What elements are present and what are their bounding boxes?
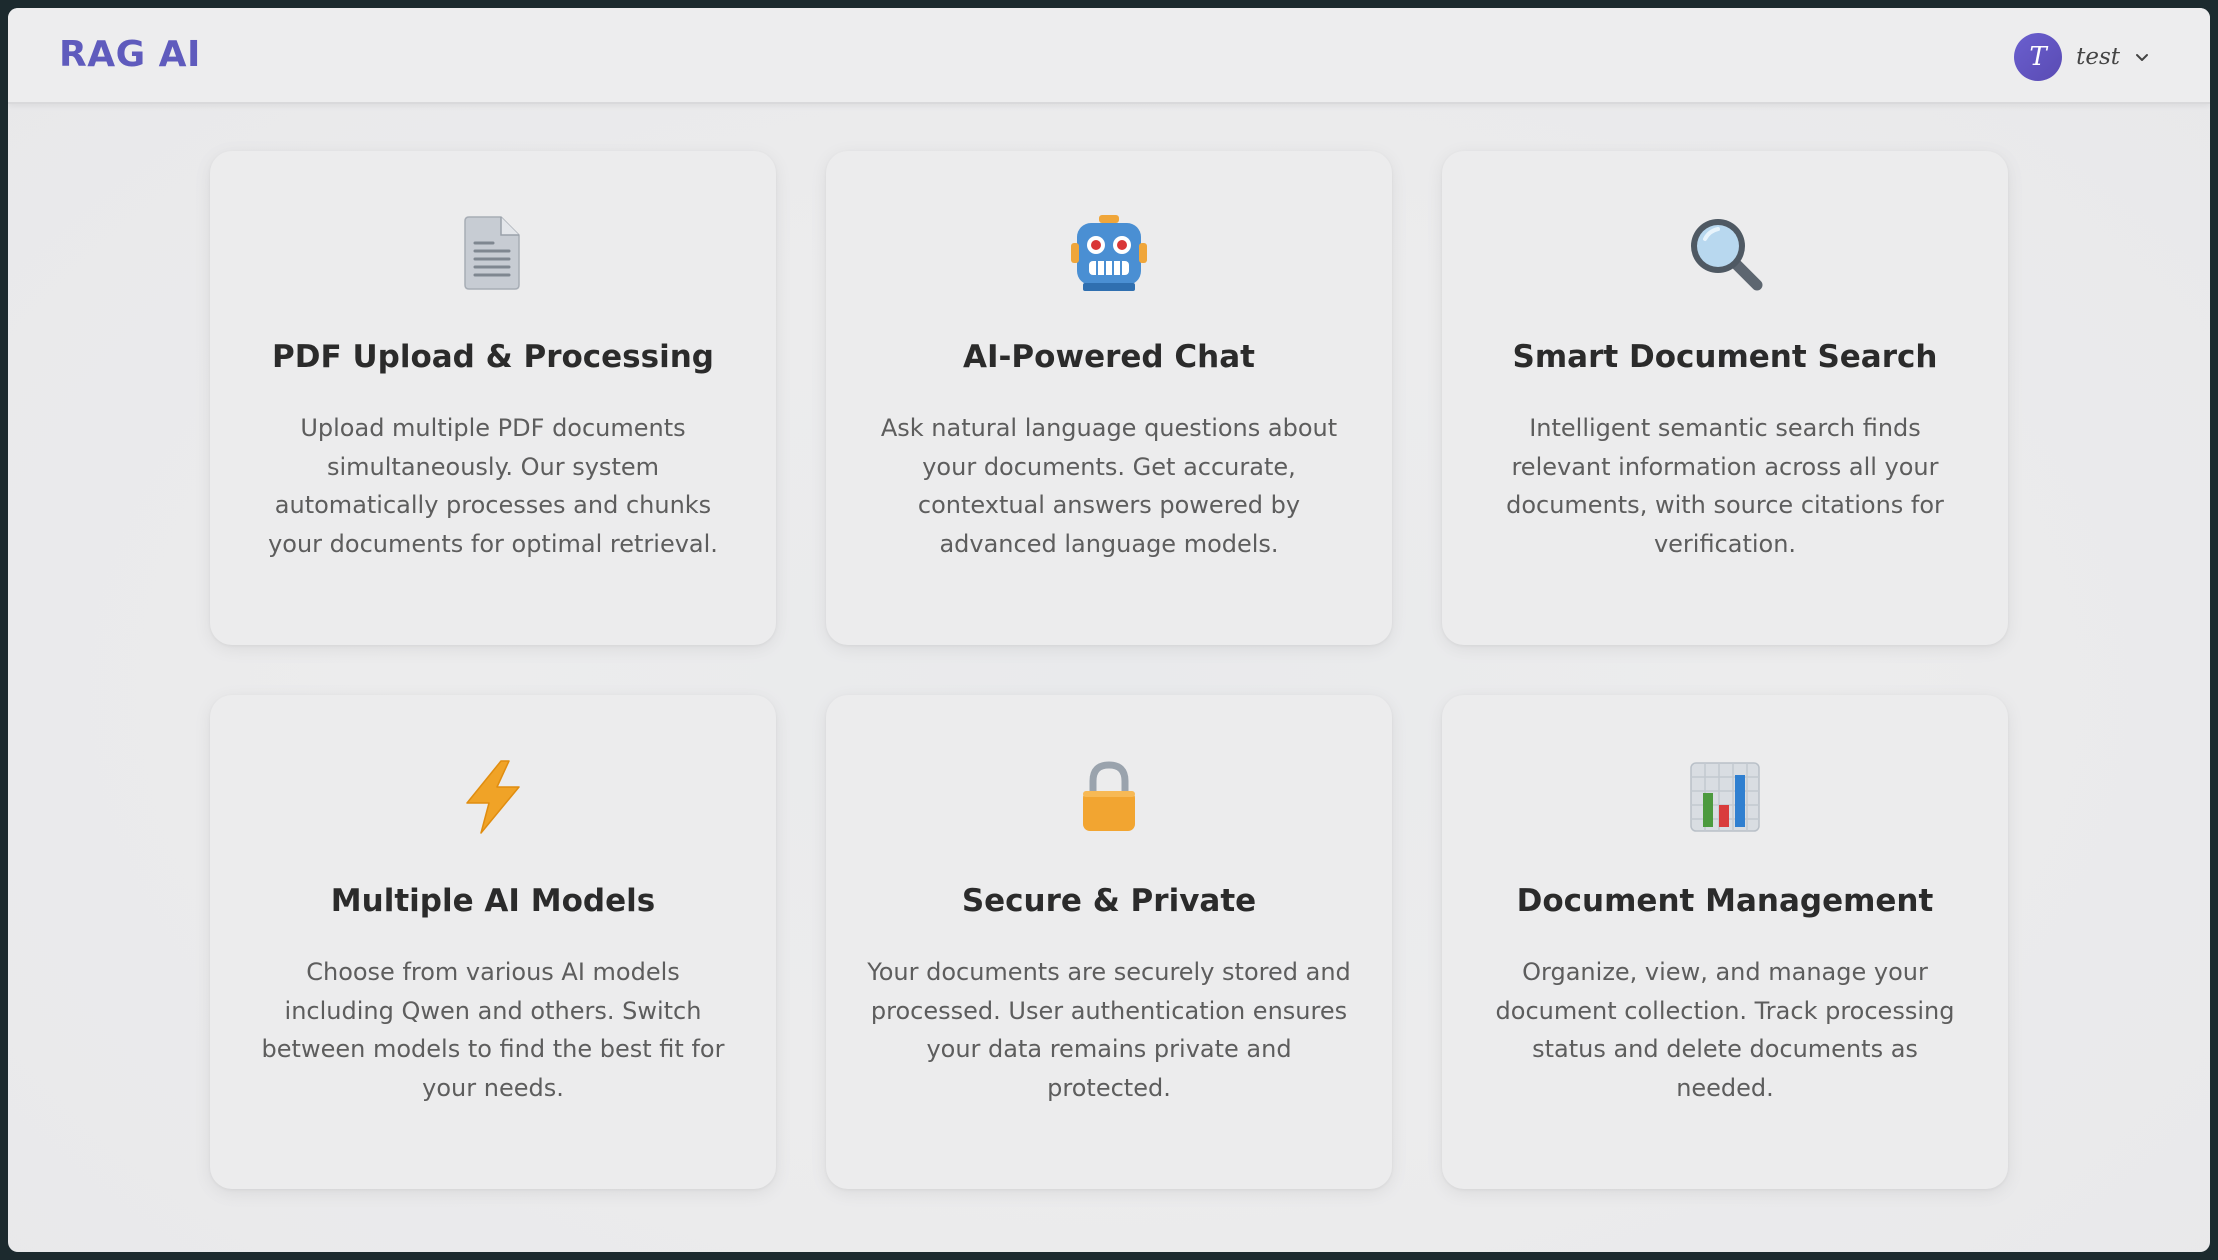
user-avatar: T <box>2014 33 2063 81</box>
feature-title: PDF Upload & Processing <box>272 339 714 375</box>
lock-icon <box>1083 761 1135 831</box>
feature-card-document-management: Document Management Organize, view, and … <box>1442 695 2008 1189</box>
feature-title: Smart Document Search <box>1512 339 1938 375</box>
feature-description: Intelligent semantic search finds releva… <box>1506 414 1944 558</box>
feature-description: Your documents are securely stored and p… <box>867 958 1351 1102</box>
document-icon <box>464 216 520 290</box>
feature-card-multiple-models: Multiple AI Models Choose from various A… <box>210 695 776 1189</box>
feature-title: AI-Powered Chat <box>963 339 1255 375</box>
feature-card-ai-chat: AI-Powered Chat Ask natural language que… <box>826 151 1392 645</box>
feature-description: Ask natural language questions about you… <box>880 414 1338 558</box>
bar-chart-icon <box>1690 762 1760 832</box>
feature-description: Organize, view, and manage your document… <box>1495 958 1955 1102</box>
lightning-icon <box>466 760 520 834</box>
feature-card-smart-search: Smart Document Search Intelligent semant… <box>1442 151 2008 645</box>
feature-card-pdf-upload: PDF Upload & Processing Upload multiple … <box>210 151 776 645</box>
chevron-down-icon <box>2136 54 2148 61</box>
magnifier-icon <box>1691 219 1763 291</box>
username-label: test <box>2076 44 2120 70</box>
feature-card-secure: Secure & Private Your documents are secu… <box>826 695 1392 1189</box>
feature-title: Secure & Private <box>961 883 1257 919</box>
feature-description: Choose from various AI models including … <box>261 958 725 1102</box>
feature-title: Document Management <box>1516 883 1934 919</box>
user-menu[interactable]: T test <box>2014 32 2150 82</box>
brand-logo[interactable]: RAG AI <box>59 34 201 75</box>
features-grid: PDF Upload & Processing Upload multiple … <box>210 151 2008 1189</box>
feature-title: Multiple AI Models <box>330 883 656 919</box>
app-window: RAG AI T test PDF Upload & Processing Up… <box>8 8 2210 1252</box>
top-navbar: RAG AI T test <box>8 8 2210 104</box>
feature-description: Upload multiple PDF documents simultaneo… <box>268 414 718 558</box>
robot-icon <box>1071 215 1147 291</box>
